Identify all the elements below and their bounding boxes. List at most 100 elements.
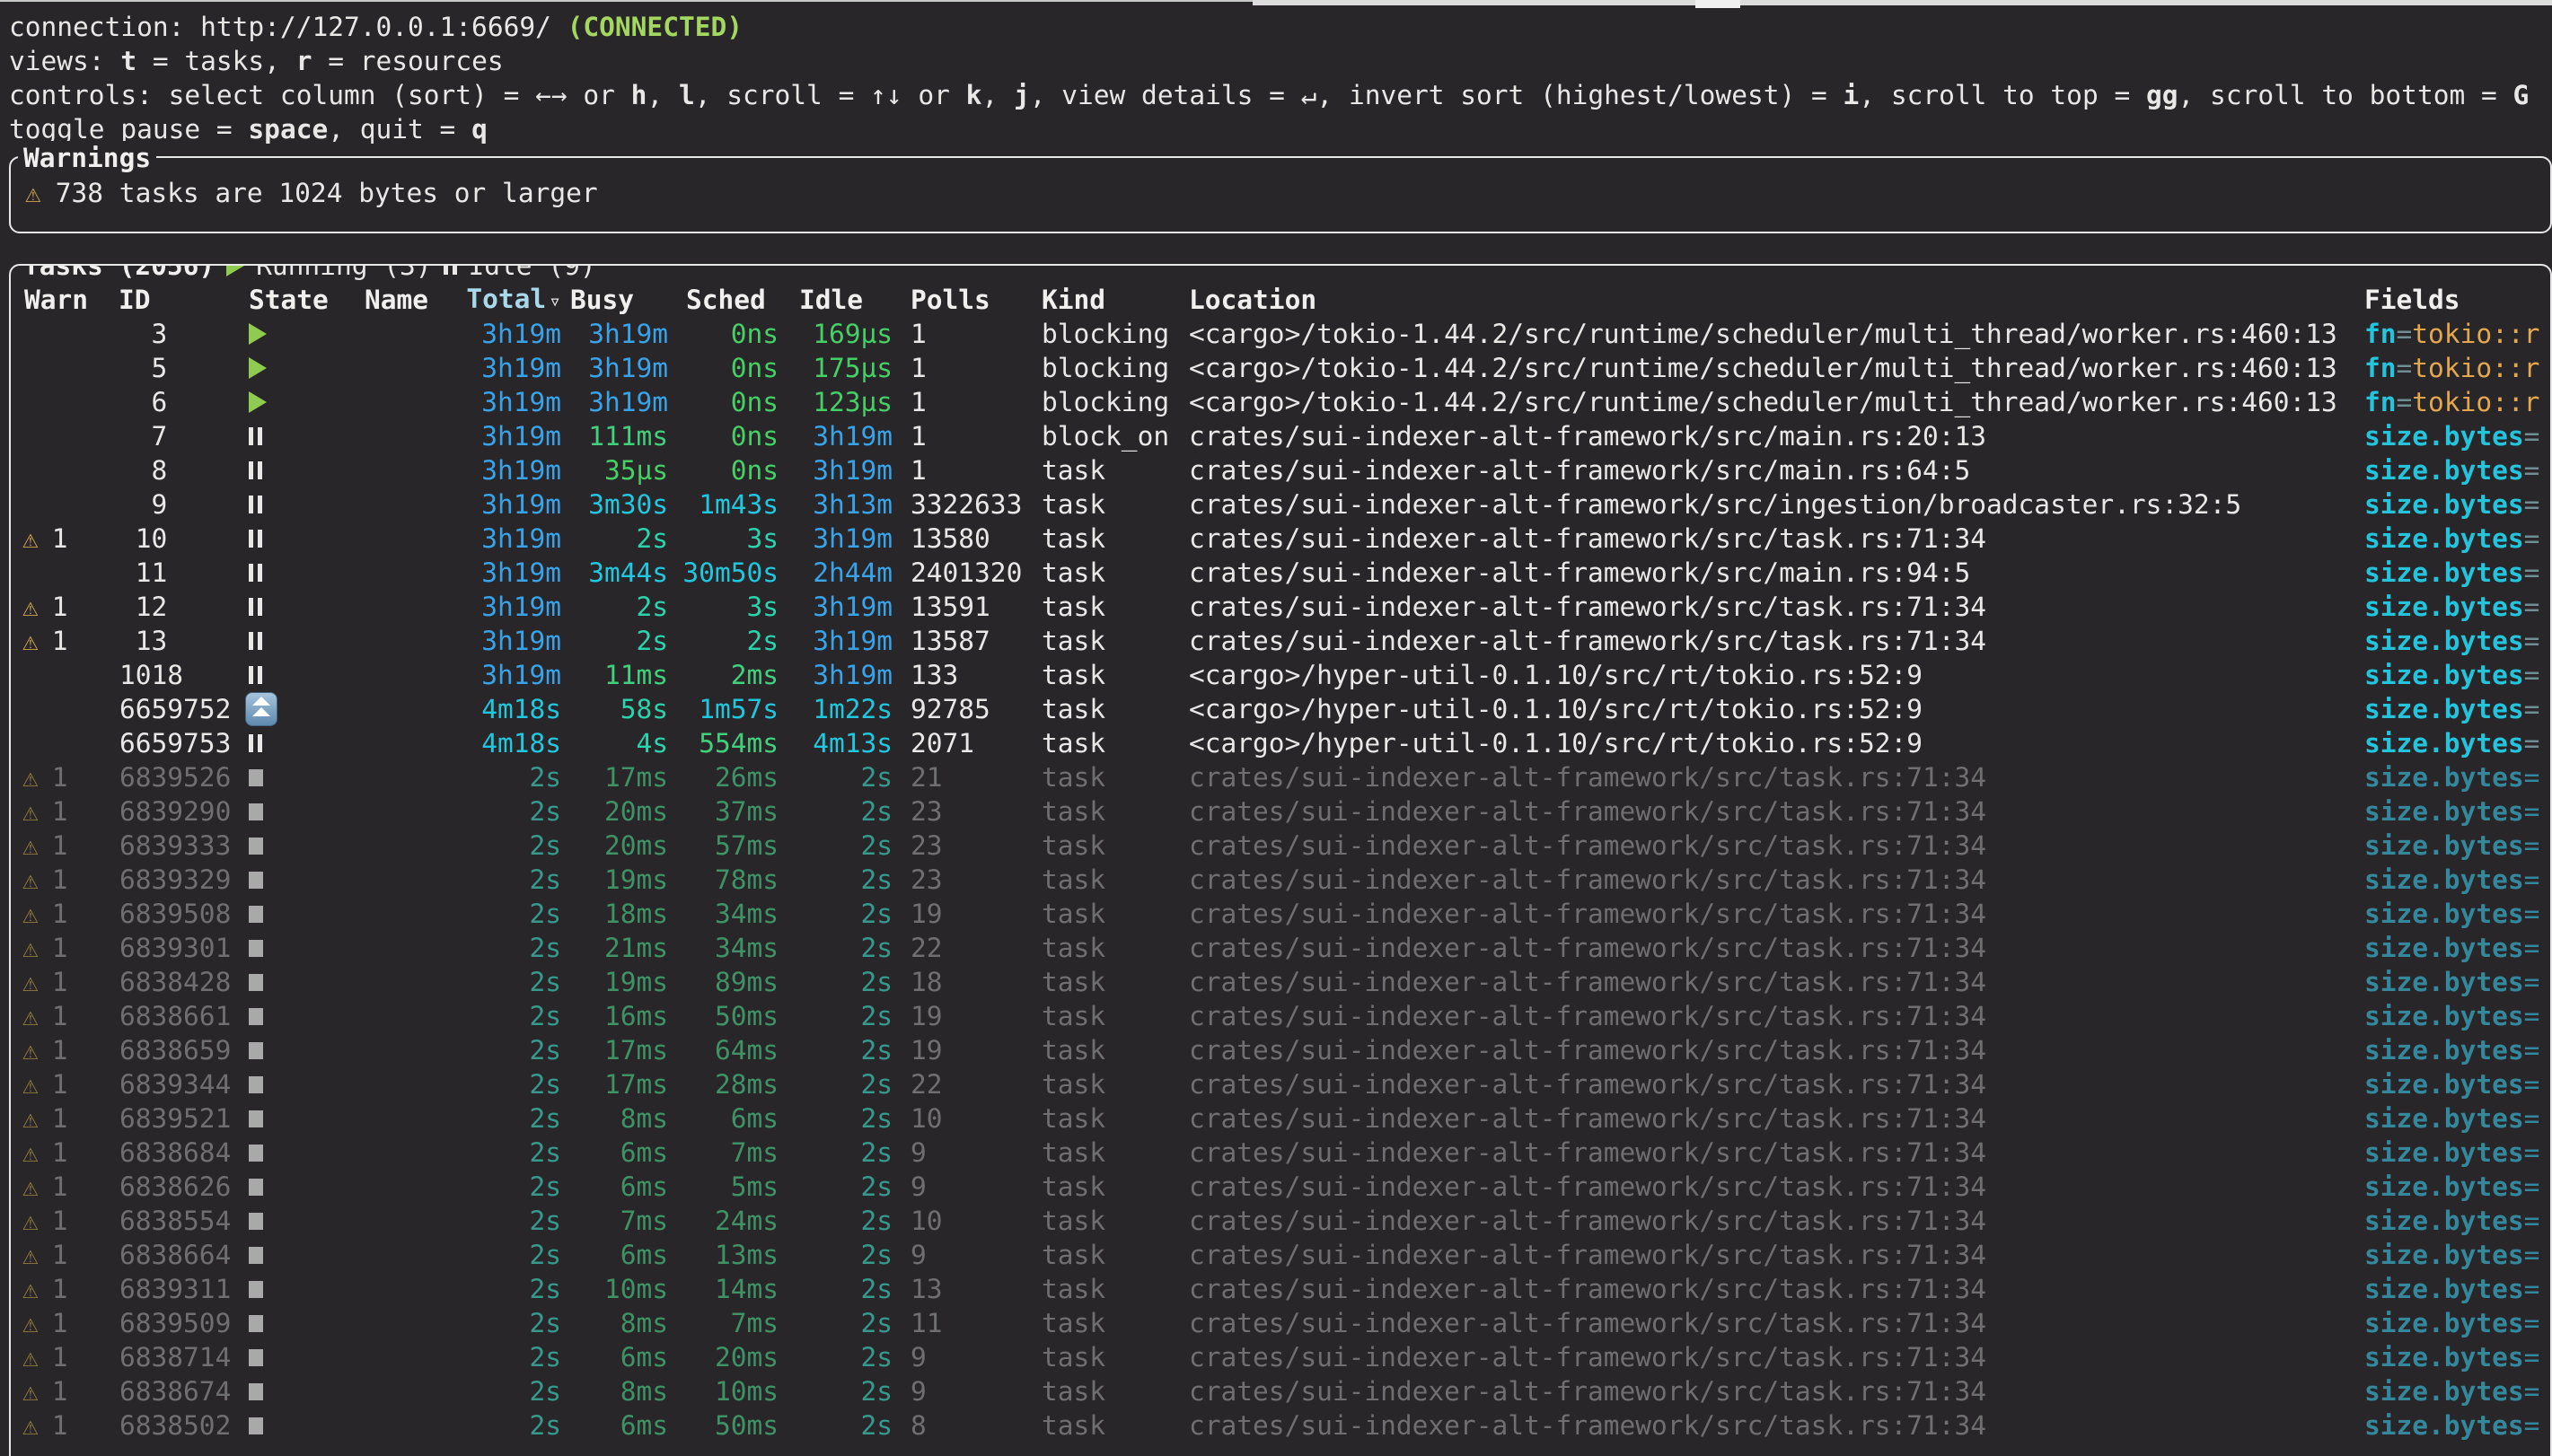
table-row[interactable]: ⚠168395262s17ms26ms2s21taskcrates/sui-in… bbox=[11, 760, 2550, 794]
table-row[interactable]: ⚠168393112s10ms14ms2s13taskcrates/sui-in… bbox=[11, 1272, 2550, 1306]
window-chrome-scrollbar[interactable] bbox=[1695, 0, 1740, 8]
table-row[interactable]: ⚠168386612s16ms50ms2s19taskcrates/sui-in… bbox=[11, 999, 2550, 1033]
table-row[interactable]: ⚠168393012s21ms34ms2s22taskcrates/sui-in… bbox=[11, 931, 2550, 965]
warn-count: 1 bbox=[52, 1204, 68, 1238]
cell-state bbox=[237, 564, 332, 582]
cell-idle: 2s bbox=[779, 1238, 893, 1272]
column-header-busy[interactable]: Busy bbox=[561, 283, 668, 317]
cell-location: crates/sui-indexer-alt-framework/src/tas… bbox=[1176, 1306, 2352, 1340]
cell-busy: 19ms bbox=[561, 965, 668, 999]
column-header-label: Location bbox=[1189, 285, 1316, 315]
duration-sched: 37ms bbox=[715, 796, 779, 827]
table-row[interactable]: ⚠168393442s17ms28ms2s22taskcrates/sui-in… bbox=[11, 1067, 2550, 1101]
cell-state bbox=[237, 1042, 332, 1059]
column-header-total[interactable]: Total▿ bbox=[449, 282, 561, 319]
duration-idle: 2s bbox=[860, 762, 893, 793]
table-row[interactable]: ⚠168395212s8ms6ms2s10taskcrates/sui-inde… bbox=[11, 1101, 2550, 1136]
cell-total: 3h19m bbox=[449, 419, 561, 453]
cell-warn: ⚠1 bbox=[22, 1136, 111, 1170]
cell-sched: 0ns bbox=[668, 351, 779, 385]
cell-total: 3h19m bbox=[449, 453, 561, 487]
table-row[interactable]: 83h19m35µs0ns3h19m1taskcrates/sui-indexe… bbox=[11, 453, 2550, 487]
column-header-warn[interactable]: Warn bbox=[22, 283, 111, 317]
duration-idle: 2s bbox=[860, 1001, 893, 1031]
column-header-kind[interactable]: Kind bbox=[1029, 283, 1176, 317]
cell-idle: 1m22s bbox=[779, 692, 893, 726]
table-row[interactable]: ⚠168386262s6ms5ms2s9taskcrates/sui-index… bbox=[11, 1170, 2550, 1204]
cell-total: 2s bbox=[449, 1374, 561, 1408]
cell-total: 2s bbox=[449, 829, 561, 863]
field-equals: = bbox=[2524, 1274, 2540, 1304]
column-header-state[interactable]: State bbox=[237, 283, 332, 317]
table-row[interactable]: ⚠168395082s18ms34ms2s19taskcrates/sui-in… bbox=[11, 897, 2550, 931]
cell-kind: task bbox=[1029, 590, 1176, 624]
column-header-label: Sched bbox=[686, 285, 766, 315]
cell-busy: 18ms bbox=[561, 897, 668, 931]
warning-triangle-icon: ⚠ bbox=[22, 897, 39, 931]
table-row[interactable]: ⚠168385542s7ms24ms2s10taskcrates/sui-ind… bbox=[11, 1204, 2550, 1238]
column-header-idle[interactable]: Idle bbox=[779, 283, 893, 317]
field-equals: = bbox=[2524, 1342, 2540, 1373]
column-header-name[interactable]: Name bbox=[332, 283, 449, 317]
table-row[interactable]: ⚠1 123h19m2s3s3h19m13591taskcrates/sui-i… bbox=[11, 590, 2550, 624]
cell-sched: 50ms bbox=[668, 999, 779, 1033]
table-row[interactable]: ⚠1 133h19m2s2s3h19m13587taskcrates/sui-i… bbox=[11, 624, 2550, 658]
warn-count: 1 bbox=[52, 1374, 68, 1408]
table-row[interactable]: 33h19m3h19m0ns169µs1blocking<cargo>/toki… bbox=[11, 317, 2550, 351]
warn-count: 1 bbox=[52, 1136, 68, 1170]
table-row[interactable]: ⚠168395092s8ms7ms2s11taskcrates/sui-inde… bbox=[11, 1306, 2550, 1340]
cell-location: crates/sui-indexer-alt-framework/src/tas… bbox=[1176, 1340, 2352, 1374]
column-header-id[interactable]: ID bbox=[111, 283, 237, 317]
duration-total: 2s bbox=[529, 1206, 561, 1236]
table-row[interactable]: ⚠168386742s8ms10ms2s9taskcrates/sui-inde… bbox=[11, 1374, 2550, 1408]
duration-idle: 175µs bbox=[813, 353, 893, 383]
duration-busy: 18ms bbox=[604, 899, 668, 929]
table-row[interactable]: 53h19m3h19m0ns175µs1blocking<cargo>/toki… bbox=[11, 351, 2550, 385]
table-row[interactable]: ⚠168386842s6ms7ms2s9taskcrates/sui-index… bbox=[11, 1136, 2550, 1170]
table-row[interactable]: 10183h19m11ms2ms3h19m133task<cargo>/hype… bbox=[11, 658, 2550, 692]
table-row[interactable]: ⚠168393332s20ms57ms2s23taskcrates/sui-in… bbox=[11, 829, 2550, 863]
field-key: size.bytes bbox=[2364, 1240, 2524, 1270]
duration-idle: 4m13s bbox=[813, 728, 893, 759]
column-header-sched[interactable]: Sched bbox=[668, 283, 779, 317]
column-header-fields[interactable]: Fields bbox=[2352, 283, 2550, 317]
table-row[interactable]: ⚠168384282s19ms89ms2s18taskcrates/sui-in… bbox=[11, 965, 2550, 999]
hotkey-label: l bbox=[679, 80, 695, 110]
cell-kind: task bbox=[1029, 931, 1176, 965]
table-row[interactable]: 113h19m3m44s30m50s2h44m2401320taskcrates… bbox=[11, 556, 2550, 590]
duration-idle: 3h19m bbox=[813, 523, 893, 554]
completed-square-icon bbox=[249, 1417, 263, 1434]
idle-pause-icon bbox=[249, 632, 253, 650]
cell-polls: 10 bbox=[893, 1101, 1029, 1136]
cell-state bbox=[237, 530, 332, 548]
column-header-loc[interactable]: Location bbox=[1176, 283, 2352, 317]
cell-location: <cargo>/hyper-util-0.1.10/src/rt/tokio.r… bbox=[1176, 658, 2352, 692]
duration-busy: 58s bbox=[620, 694, 668, 724]
table-row[interactable]: ⚠168392902s20ms37ms2s23taskcrates/sui-in… bbox=[11, 794, 2550, 829]
table-row[interactable]: 66597524m18s58s1m57s1m22s92785task<cargo… bbox=[11, 692, 2550, 726]
cell-total: 2s bbox=[449, 999, 561, 1033]
duration-total: 2s bbox=[529, 1308, 561, 1338]
table-row[interactable]: 93h19m3m30s1m43s3h13m3322633taskcrates/s… bbox=[11, 487, 2550, 522]
table-row[interactable]: ⚠1 103h19m2s3s3h19m13580taskcrates/sui-i… bbox=[11, 522, 2550, 556]
field-equals: = bbox=[2524, 1206, 2540, 1236]
duration-sched: 57ms bbox=[715, 830, 779, 861]
column-header-polls[interactable]: Polls bbox=[893, 283, 1029, 317]
table-row[interactable]: 73h19m111ms0ns3h19m1block_oncrates/sui-i… bbox=[11, 419, 2550, 453]
duration-busy: 3h19m bbox=[588, 353, 668, 383]
cell-idle: 2s bbox=[779, 760, 893, 794]
duration-busy: 17ms bbox=[604, 762, 668, 793]
cell-kind: task bbox=[1029, 692, 1176, 726]
duration-idle: 3h19m bbox=[813, 660, 893, 690]
table-row[interactable]: ⚠168385022s6ms50ms2s8taskcrates/sui-inde… bbox=[11, 1408, 2550, 1443]
table-row[interactable]: 63h19m3h19m0ns123µs1blocking<cargo>/toki… bbox=[11, 385, 2550, 419]
table-row[interactable]: ⚠168386642s6ms13ms2s9taskcrates/sui-inde… bbox=[11, 1238, 2550, 1272]
cell-id: 1018 bbox=[111, 658, 237, 692]
table-row[interactable]: ⚠168387142s6ms20ms2s9taskcrates/sui-inde… bbox=[11, 1340, 2550, 1374]
duration-sched: 0ns bbox=[731, 455, 779, 486]
table-row[interactable]: 66597534m18s4s554ms4m13s2071task<cargo>/… bbox=[11, 726, 2550, 760]
duration-busy: 2s bbox=[636, 523, 668, 554]
warning-triangle-icon: ⚠ bbox=[22, 760, 39, 794]
table-row[interactable]: ⚠168393292s19ms78ms2s23taskcrates/sui-in… bbox=[11, 863, 2550, 897]
table-row[interactable]: ⚠168386592s17ms64ms2s19taskcrates/sui-in… bbox=[11, 1033, 2550, 1067]
